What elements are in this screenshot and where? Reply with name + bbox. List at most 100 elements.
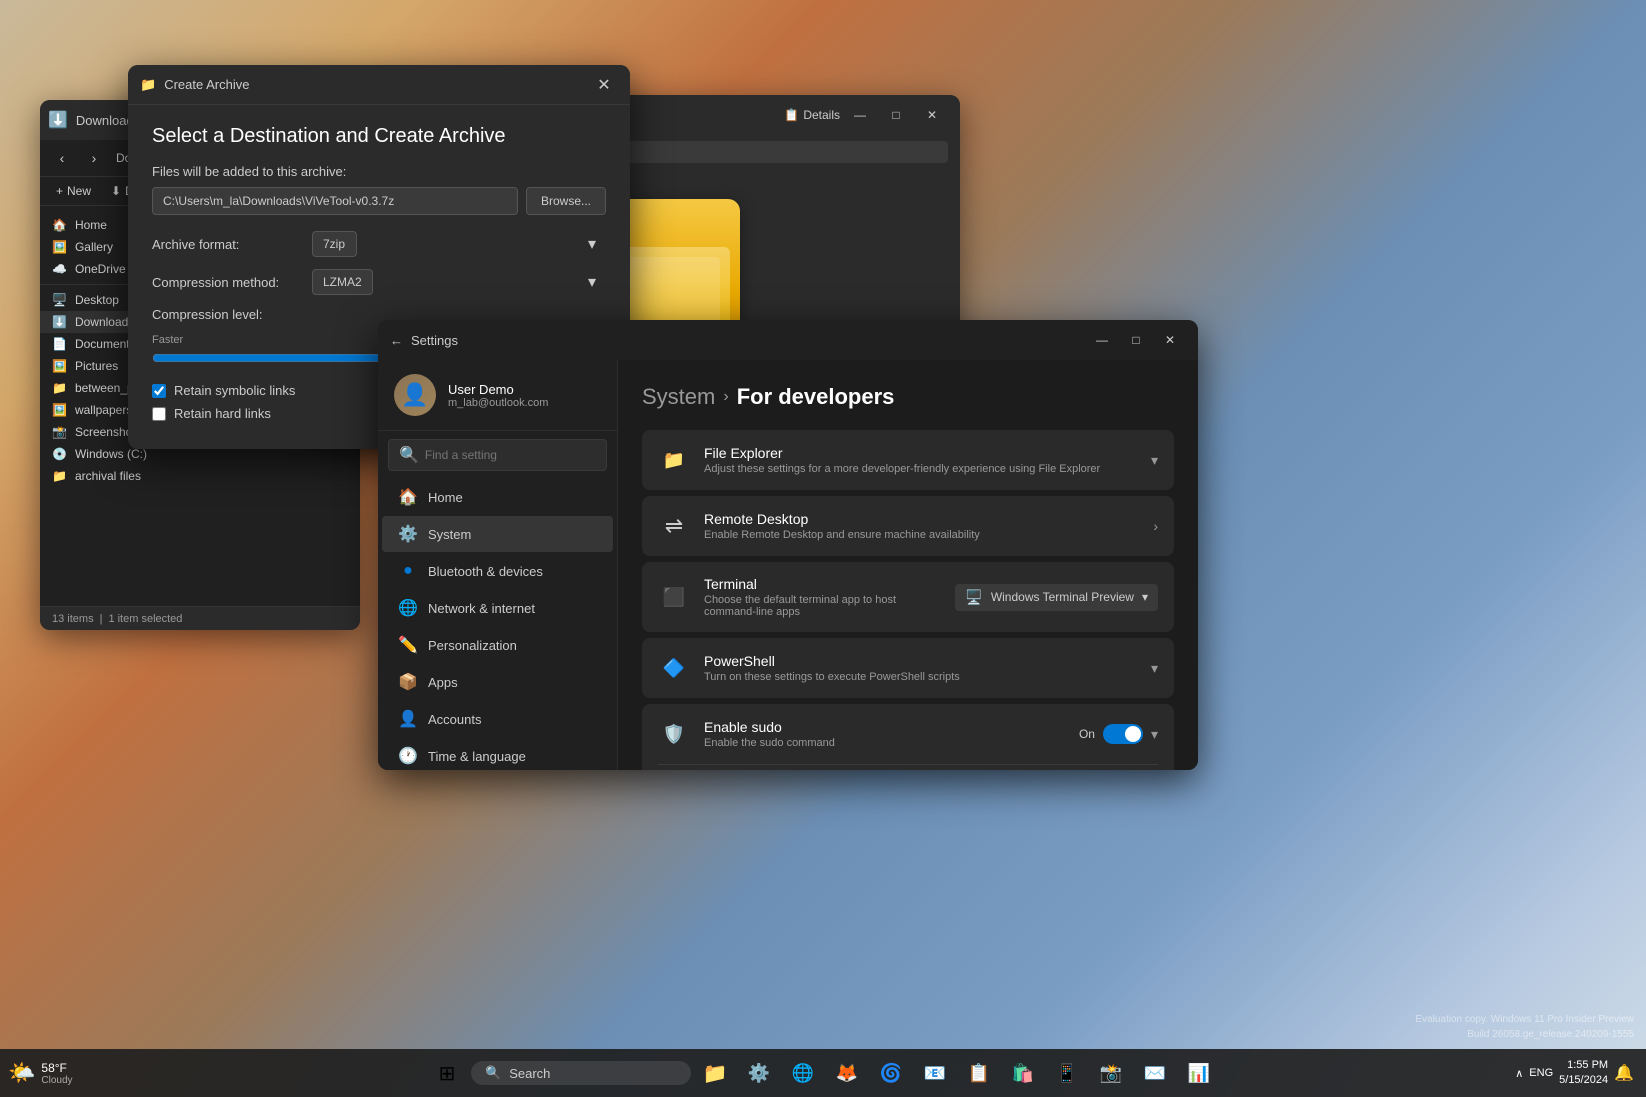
archive-format-select[interactable]: 7zip zip tar <box>312 231 357 257</box>
breadcrumb-system[interactable]: System <box>642 384 715 410</box>
file-explorer-card[interactable]: 📁 File Explorer Adjust these settings fo… <box>642 430 1174 490</box>
mail-taskbar-icon: 📧 <box>924 1063 946 1084</box>
taskbar-left: 🌤️ 58°F Cloudy <box>0 1060 81 1086</box>
settings-window-buttons: — □ ✕ <box>1086 326 1186 354</box>
taskbar-notes[interactable]: 📋 <box>959 1053 999 1093</box>
settings-close-btn[interactable]: ✕ <box>1154 326 1186 354</box>
firefox-taskbar-icon: 🦊 <box>836 1063 858 1084</box>
folder-minimize-btn[interactable]: — <box>844 101 876 129</box>
documents-icon: 📄 <box>52 337 67 351</box>
powershell-expand-icon: ▾ <box>1151 660 1158 677</box>
retain-symlinks-label: Retain symbolic links <box>174 383 295 398</box>
settings-nav-home[interactable]: 🏠 Home <box>382 479 613 515</box>
taskbar-mail[interactable]: 📧 <box>915 1053 955 1093</box>
taskbar-edge[interactable]: 🌀 <box>871 1053 911 1093</box>
terminal-dropdown[interactable]: 🖥️ Windows Terminal Preview ▾ <box>955 584 1158 611</box>
tray-clock[interactable]: 1:55 PM 5/15/2024 <box>1559 1058 1608 1089</box>
breadcrumb: System › For developers <box>642 384 1174 410</box>
terminal-card-text: Terminal Choose the default terminal app… <box>704 576 941 618</box>
sidebar-item-archival[interactable]: 📁 archival files <box>40 465 360 487</box>
sudo-toggle[interactable] <box>1103 724 1143 744</box>
weather-widget[interactable]: 🌤️ 58°F Cloudy <box>8 1060 73 1086</box>
fe-back-btn[interactable]: ‹ <box>48 144 76 172</box>
fe-forward-btn[interactable]: › <box>80 144 108 172</box>
settings-nav-accounts[interactable]: 👤 Accounts <box>382 701 613 737</box>
network-nav-label: Network & internet <box>428 601 535 616</box>
taskbar-settings[interactable]: ⚙️ <box>739 1053 779 1093</box>
create-archive-close-btn[interactable]: ✕ <box>590 71 618 99</box>
settings-search-input[interactable] <box>425 448 596 462</box>
settings-taskbar-icon: ⚙️ <box>748 1063 770 1084</box>
personalization-nav-label: Personalization <box>428 638 517 653</box>
details-btn[interactable]: 📋 Details <box>784 101 840 129</box>
fe-new-btn[interactable]: + New <box>50 181 97 201</box>
file-explorer-card-row: 📁 File Explorer Adjust these settings fo… <box>642 430 1174 490</box>
notifications-icon[interactable]: 🔔 <box>1614 1063 1634 1083</box>
compression-method-select-wrapper: LZMA2 LZMA BZip2 <box>312 269 606 295</box>
notes-taskbar-icon: 📋 <box>968 1063 990 1084</box>
settings-minimize-btn[interactable]: — <box>1086 326 1118 354</box>
taskbar-browser[interactable]: 🌐 <box>783 1053 823 1093</box>
remote-desktop-card-text: Remote Desktop Enable Remote Desktop and… <box>704 511 1139 541</box>
taskbar-phone[interactable]: 📱 <box>1047 1053 1087 1093</box>
file-explorer-card-title: File Explorer <box>704 445 1137 461</box>
settings-nav-personalization[interactable]: ✏️ Personalization <box>382 627 613 663</box>
remote-desktop-card[interactable]: ⇌ Remote Desktop Enable Remote Desktop a… <box>642 496 1174 556</box>
compression-level-label: Compression level: <box>152 307 312 322</box>
retain-hardlinks-checkbox[interactable] <box>152 407 166 421</box>
fe-new-icon: + <box>56 184 63 198</box>
settings-nav-bluetooth[interactable]: ● Bluetooth & devices <box>382 553 613 589</box>
path-input[interactable] <box>152 187 518 215</box>
file-explorer-card-desc: Adjust these settings for a more develop… <box>704 463 1137 475</box>
terminal-app-name: Windows Terminal Preview <box>991 590 1134 604</box>
compression-method-select[interactable]: LZMA2 LZMA BZip2 <box>312 269 373 295</box>
tray-lang[interactable]: ENG <box>1529 1067 1553 1079</box>
taskbar-firefox[interactable]: 🦊 <box>827 1053 867 1093</box>
archive-format-label: Archive format: <box>152 237 312 252</box>
browse-btn[interactable]: Browse... <box>526 187 606 215</box>
folder-maximize-btn[interactable]: □ <box>880 101 912 129</box>
create-archive-titlebar: 📁 Create Archive ✕ <box>128 65 630 105</box>
settings-title: Settings <box>411 333 458 348</box>
terminal-card[interactable]: ⬛ Terminal Choose the default terminal a… <box>642 562 1174 632</box>
folder-close-btn[interactable]: ✕ <box>916 101 948 129</box>
terminal-card-title: Terminal <box>704 576 941 592</box>
settings-content: System › For developers 📁 File Explorer … <box>618 360 1198 770</box>
taskbar-extra[interactable]: 📊 <box>1179 1053 1219 1093</box>
retain-symlinks-checkbox[interactable] <box>152 384 166 398</box>
taskbar-file-explorer[interactable]: 📁 <box>695 1053 735 1093</box>
taskbar-search[interactable]: 🔍 Search <box>471 1061 691 1085</box>
start-button[interactable]: ⊞ <box>427 1053 467 1093</box>
taskbar-devtools[interactable]: ✉️ <box>1135 1053 1175 1093</box>
username: User Demo <box>448 382 548 397</box>
compression-method-row: Compression method: LZMA2 LZMA BZip2 <box>152 269 606 295</box>
settings-nav-system[interactable]: ⚙️ System <box>382 516 613 552</box>
accounts-icon: 👤 <box>398 709 418 729</box>
file-explorer-taskbar-icon: 📁 <box>703 1061 728 1086</box>
settings-nav-network[interactable]: 🌐 Network & internet <box>382 590 613 626</box>
taskbar-camera[interactable]: 📸 <box>1091 1053 1131 1093</box>
taskbar-store[interactable]: 🛍️ <box>1003 1053 1043 1093</box>
browser-taskbar-icon: 🌐 <box>792 1063 814 1084</box>
enable-sudo-card-row: 🛡️ Enable sudo Enable the sudo command O… <box>642 704 1174 764</box>
enable-sudo-card: 🛡️ Enable sudo Enable the sudo command O… <box>642 704 1174 770</box>
tray-show-hidden[interactable]: ∧ <box>1515 1067 1523 1080</box>
sudo-card-icon: 🛡️ <box>658 718 690 750</box>
create-archive-title-row: 📁 Create Archive <box>140 77 249 93</box>
settings-back-icon[interactable]: ← <box>390 333 403 348</box>
edge-taskbar-icon: 🌀 <box>880 1063 902 1084</box>
settings-search[interactable]: 🔍 <box>388 439 607 471</box>
home-icon: 🏠 <box>52 218 67 232</box>
details-icon: 📋 <box>784 108 799 122</box>
terminal-app-dropdown[interactable]: 🖥️ Windows Terminal Preview ▾ <box>955 584 1158 611</box>
folder-icon: 📁 <box>52 381 67 395</box>
archive-format-row: Archive format: 7zip zip tar <box>152 231 606 257</box>
settings-nav-time[interactable]: 🕐 Time & language <box>382 738 613 770</box>
user-info: User Demo m_lab@outlook.com <box>448 382 548 409</box>
path-row: Browse... <box>152 187 606 215</box>
settings-maximize-btn[interactable]: □ <box>1120 326 1152 354</box>
powershell-card[interactable]: 🔷 PowerShell Turn on these settings to e… <box>642 638 1174 698</box>
breadcrumb-chevron: › <box>723 388 728 406</box>
time-nav-label: Time & language <box>428 749 526 764</box>
settings-nav-apps[interactable]: 📦 Apps <box>382 664 613 700</box>
